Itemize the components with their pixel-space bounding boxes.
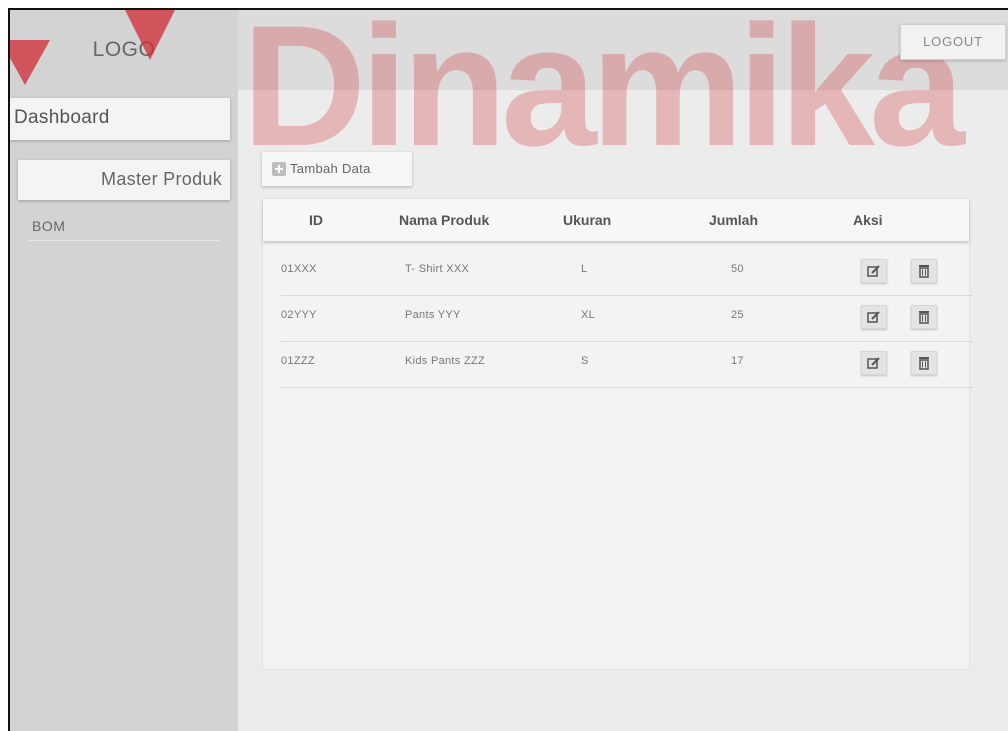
sidebar-item-master-produk[interactable]: Master Produk: [18, 160, 230, 200]
add-data-button[interactable]: Tambah Data: [262, 152, 412, 186]
logo: LOGO: [92, 38, 156, 61]
table-row: 01XXX T- Shirt XXX L 50: [281, 249, 973, 296]
product-table-card: ID Nama Produk Ukuran Jumlah Aksi 01XXX …: [262, 198, 973, 670]
trash-icon: [919, 357, 929, 370]
edit-button[interactable]: [861, 305, 887, 329]
cell-qty: 17: [731, 355, 744, 367]
table-header: ID Nama Produk Ukuran Jumlah Aksi: [263, 199, 969, 241]
cell-name: Kids Pants ZZZ: [405, 355, 485, 367]
column-header-aksi: Aksi: [853, 212, 883, 228]
edit-icon: [867, 357, 880, 369]
trash-icon: [919, 311, 929, 324]
column-header-nama-produk: Nama Produk: [399, 212, 490, 228]
cell-name: Pants YYY: [405, 309, 461, 321]
table-row: 01ZZZ Kids Pants ZZZ S 17: [281, 341, 973, 388]
app-window: LOGO Dashboard Master Produk BOM Dinamik…: [8, 8, 1008, 731]
plus-square-icon: [272, 162, 286, 176]
cell-id: 01XXX: [281, 263, 317, 275]
add-data-label: Tambah Data: [290, 161, 371, 176]
sidebar-item-label: Master Produk: [101, 169, 222, 189]
cell-size: S: [581, 355, 589, 367]
table-row: 02YYY Pants YYY XL 25: [281, 295, 973, 342]
sidebar-item-bom[interactable]: BOM: [28, 210, 220, 241]
cell-qty: 25: [731, 309, 744, 321]
column-header-ukuran: Ukuran: [563, 212, 612, 228]
edit-icon: [867, 311, 880, 323]
sidebar-item-label: BOM: [32, 218, 66, 234]
column-header-id: ID: [309, 212, 323, 228]
cell-name: T- Shirt XXX: [405, 263, 470, 275]
cell-id: 02YYY: [281, 309, 317, 321]
delete-button[interactable]: [911, 259, 937, 283]
edit-icon: [867, 265, 880, 277]
sidebar-item-label: Dashboard: [14, 107, 110, 128]
logout-button[interactable]: LOGOUT: [900, 24, 1006, 60]
delete-button[interactable]: [911, 305, 937, 329]
edit-button[interactable]: [861, 351, 887, 375]
cell-size: XL: [581, 309, 596, 321]
column-header-jumlah: Jumlah: [709, 212, 759, 228]
cell-size: L: [581, 263, 588, 275]
cell-qty: 50: [731, 263, 744, 275]
cell-id: 01ZZZ: [281, 355, 315, 367]
sidebar: LOGO Dashboard Master Produk BOM: [10, 10, 238, 731]
edit-button[interactable]: [861, 259, 887, 283]
sidebar-item-dashboard[interactable]: Dashboard: [10, 98, 230, 140]
trash-icon: [919, 265, 929, 278]
delete-button[interactable]: [911, 351, 937, 375]
